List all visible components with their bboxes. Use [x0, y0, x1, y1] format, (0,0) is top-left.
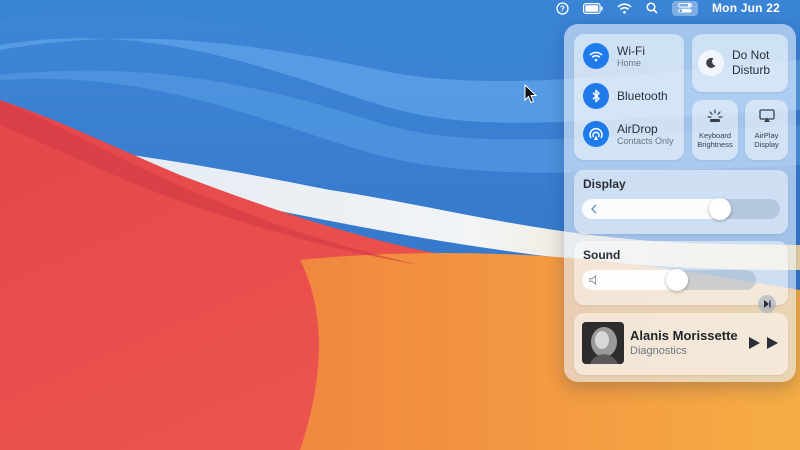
wifi-label: Wi-Fi	[617, 43, 645, 58]
airdrop-toggle[interactable]: AirDrop Contacts Only	[583, 121, 674, 147]
audio-output-button[interactable]	[758, 295, 776, 313]
search-icon[interactable]	[646, 0, 658, 16]
now-playing-title: Alanis Morissette	[630, 328, 738, 343]
bluetooth-icon	[583, 83, 609, 109]
keyboard-brightness-icon	[707, 109, 723, 122]
now-playing-subtitle: Diagnostics	[630, 345, 687, 357]
next-track-icon[interactable]	[766, 337, 778, 349]
keyboard-brightness-tile[interactable]: Keyboard Brightness	[692, 100, 738, 160]
play-icon[interactable]	[748, 337, 760, 349]
airplay-audio-icon	[764, 300, 771, 308]
dnd-label-line1: Do Not	[732, 48, 770, 62]
svg-text:?: ?	[560, 4, 565, 13]
airdrop-icon	[583, 121, 609, 147]
keyboard-brightness-line2: Brightness	[697, 140, 733, 149]
airplay-display-icon	[758, 109, 775, 122]
dnd-label-line2: Disturb	[732, 63, 771, 77]
brightness-icon	[591, 204, 597, 214]
wifi-network-name: Home	[617, 57, 642, 68]
now-playing-tile[interactable]: Alanis Morissette Diagnostics	[574, 313, 788, 375]
sound-title: Sound	[583, 248, 621, 262]
volume-slider[interactable]	[582, 269, 756, 291]
control-center-icon[interactable]	[671, 0, 698, 16]
airplay-display-tile[interactable]: AirPlay Display	[745, 100, 788, 160]
bluetooth-label: Bluetooth	[617, 89, 668, 103]
speaker-icon	[589, 274, 596, 286]
help-icon[interactable]: ?	[556, 0, 569, 16]
bluetooth-toggle[interactable]: Bluetooth	[583, 83, 668, 109]
volume-slider-knob[interactable]	[666, 269, 688, 291]
airdrop-label: AirDrop	[617, 121, 658, 136]
menu-bar: ? Mon Jun 22	[0, 0, 800, 16]
display-brightness-slider[interactable]	[582, 198, 780, 220]
wifi-toggle[interactable]: Wi-Fi Home	[583, 43, 645, 69]
moon-icon	[698, 50, 724, 76]
sound-tile: Sound	[574, 241, 788, 305]
control-center-panel: Wi-Fi Home Bluetooth AirDrop Contacts On…	[564, 24, 796, 382]
display-title: Display	[583, 177, 626, 191]
display-slider-knob[interactable]	[709, 198, 731, 220]
airplay-line1: AirPlay	[754, 131, 779, 140]
wifi-icon[interactable]	[617, 0, 632, 16]
wifi-toggle-icon	[583, 43, 609, 69]
battery-icon[interactable]	[582, 0, 603, 16]
airplay-line2: Display	[754, 140, 779, 149]
mouse-cursor-icon	[524, 84, 538, 104]
display-tile: Display	[574, 170, 788, 234]
menu-bar-clock[interactable]: Mon Jun 22	[712, 0, 780, 16]
do-not-disturb-tile[interactable]: Do Not Disturb	[692, 34, 788, 92]
album-artwork	[582, 322, 624, 364]
airdrop-status: Contacts Only	[617, 135, 674, 146]
network-tile: Wi-Fi Home Bluetooth AirDrop Contacts On…	[574, 34, 684, 160]
keyboard-brightness-line1: Keyboard	[698, 131, 732, 140]
